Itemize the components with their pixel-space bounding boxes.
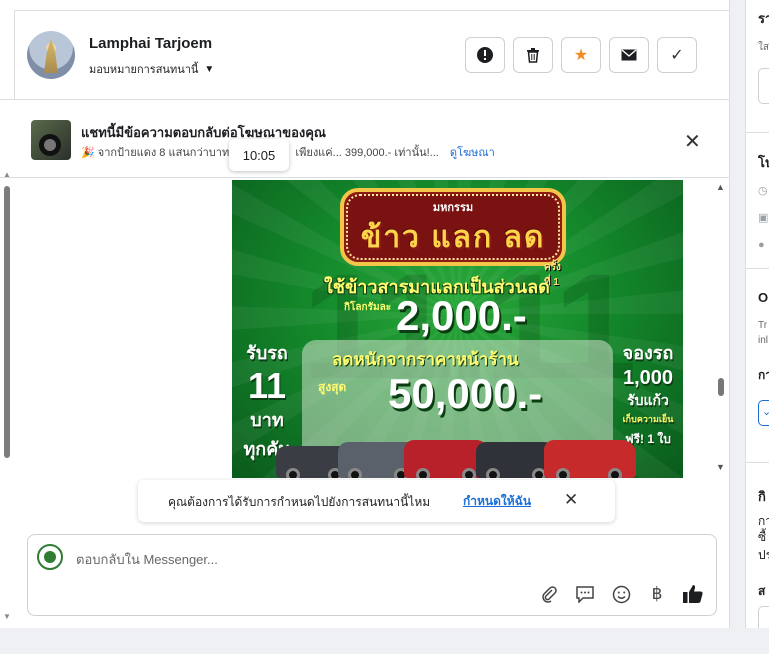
promo-right-d: เก็บความเย็น bbox=[622, 414, 674, 424]
sidebar-heading-fragment: กิ bbox=[758, 489, 766, 504]
smiley-icon bbox=[612, 585, 630, 603]
promo-right-c: รับแก้ว bbox=[627, 392, 669, 408]
chevron-down-icon: ⌄ bbox=[762, 405, 769, 418]
chat-pane: Lamphai Tarjoem มอบหมายการสนทนานี้ ▼ ★ ✓… bbox=[0, 0, 730, 628]
clock-icon: ◷ bbox=[758, 185, 768, 197]
promo-line-2-prefix: กิโลกรัมละ bbox=[344, 302, 392, 313]
divider bbox=[746, 462, 769, 463]
star-button[interactable]: ★ bbox=[561, 37, 601, 73]
trash-icon bbox=[527, 48, 539, 63]
divider bbox=[746, 132, 769, 133]
reply-input[interactable]: ตอบกลับใน Messenger... bbox=[76, 549, 218, 570]
saved-reply-icon[interactable] bbox=[574, 583, 596, 605]
promo-left-c: บาท bbox=[250, 410, 284, 430]
mark-done-button[interactable]: ✓ bbox=[657, 37, 697, 73]
promo-left-b: 11 bbox=[247, 365, 287, 406]
thread-scrollbar[interactable]: ▲ ▼ bbox=[3, 170, 11, 622]
emoji-icon[interactable] bbox=[610, 583, 632, 605]
like-icon bbox=[683, 585, 703, 603]
sidebar-label-fragment: ส bbox=[758, 584, 766, 598]
header-actions: ★ ✓ bbox=[465, 37, 697, 73]
sidebar-input[interactable] bbox=[758, 68, 769, 104]
message-timestamp: 10:05 bbox=[229, 139, 289, 171]
divider bbox=[746, 268, 769, 269]
caret-down-icon: ▼ bbox=[204, 63, 215, 75]
assign-dropdown[interactable]: มอบหมายการสนทนานี้ ▼ bbox=[89, 60, 214, 78]
thumbs-up-icon[interactable] bbox=[682, 583, 704, 605]
sidebar-select[interactable]: ⌄ bbox=[758, 400, 769, 426]
reply-composer[interactable]: ตอบกลับใน Messenger... ฿ bbox=[27, 534, 717, 616]
wheel-image bbox=[39, 134, 61, 156]
promo-marquee: มหกรรม ข้าว แลก ลด ครั้งที่ 1 bbox=[340, 188, 566, 288]
chat-bubble-icon bbox=[576, 586, 594, 603]
alert-circle-icon bbox=[477, 47, 493, 63]
paperclip-icon bbox=[542, 586, 557, 603]
app-root: Lamphai Tarjoem มอบหมายการสนทนานี้ ▼ ★ ✓… bbox=[0, 0, 769, 654]
sidebar-text-fragment: ปร bbox=[758, 548, 769, 562]
reminder-text: คุณต้องการได้รับการกำหนดไปยังการสนทนานี้… bbox=[168, 495, 431, 509]
ad-banner-title: แชทนี้มีข้อความตอบกลับต่อโฆษณาของคุณ bbox=[81, 125, 326, 140]
scroll-down-icon[interactable]: ▼ bbox=[3, 612, 11, 621]
sidebar-heading-fragment: O bbox=[758, 290, 769, 305]
ad-subtitle-prefix: 🎉 จากป้ายแดง 8 แสนกว่าบาท bbox=[81, 147, 230, 159]
car-image bbox=[544, 440, 636, 478]
promo-image-message[interactable]: 11.11 มหกรรม ข้าว แลก ลด ครั้งที่ 1 ใช้ข… bbox=[232, 180, 683, 478]
assign-reminder-toast: คุณต้องการได้รับการกำหนดไปยังการสนทนานี้… bbox=[138, 480, 615, 522]
ad-subtitle-suffix: เพียงแค่... 399,000.- เท่านั้น!... bbox=[295, 147, 439, 159]
sidebar-text-fragment: ใส bbox=[758, 42, 769, 53]
promo-cars bbox=[276, 436, 640, 478]
promo-line-4-value: 50,000.- bbox=[388, 370, 543, 417]
page-avatar bbox=[37, 544, 63, 570]
sidebar-heading-fragment: โป bbox=[758, 155, 769, 170]
promo-left-a: รับรถ bbox=[246, 343, 288, 363]
message-scrollbar[interactable]: ▲ ▼ bbox=[716, 182, 726, 472]
location-pin-icon: ● bbox=[758, 239, 765, 251]
scroll-up-icon[interactable]: ▲ bbox=[716, 182, 725, 192]
divider bbox=[14, 10, 15, 100]
contact-avatar[interactable] bbox=[27, 31, 75, 79]
check-icon: ✓ bbox=[670, 47, 684, 64]
sidebar-label-fragment: กา bbox=[758, 368, 769, 382]
car-icon: ▣ bbox=[758, 212, 769, 224]
conversation-header: Lamphai Tarjoem มอบหมายการสนทนานี้ ▼ ★ ✓ bbox=[0, 11, 730, 100]
view-ad-link[interactable]: ดูโฆษณา bbox=[450, 147, 495, 159]
promo-right-a: จองรถ bbox=[622, 343, 674, 363]
promo-right-column: จองรถ 1,000 รับแก้ว เก็บความเย็น ฟรี! 1 … bbox=[614, 338, 682, 449]
contact-name[interactable]: Lamphai Tarjoem bbox=[89, 35, 212, 52]
sidebar-heading-fragment: รา bbox=[758, 11, 769, 26]
star-icon: ★ bbox=[573, 47, 589, 64]
avatar-image bbox=[44, 39, 58, 73]
composer-toolbar: ฿ bbox=[538, 583, 704, 605]
email-button[interactable] bbox=[609, 37, 649, 73]
scrollbar-thumb[interactable] bbox=[718, 378, 724, 396]
envelope-icon bbox=[621, 49, 637, 61]
assign-label: มอบหมายการสนทนานี้ bbox=[89, 64, 199, 76]
ad-thumbnail[interactable] bbox=[31, 120, 71, 160]
attachment-icon[interactable] bbox=[538, 583, 560, 605]
marquee-main-text: ข้าว แลก ลด bbox=[360, 221, 546, 254]
promo-line-3: ลดหนักจากราคาหน้าร้าน bbox=[332, 350, 519, 369]
sidebar-text-fragment: Tr bbox=[758, 320, 768, 331]
delete-button[interactable] bbox=[513, 37, 553, 73]
sidebar-input[interactable] bbox=[758, 606, 769, 628]
promo-right-b: 1,000 bbox=[622, 367, 674, 389]
baht-payment-icon[interactable]: ฿ bbox=[646, 583, 668, 605]
promo-line-4-prefix: สูงสุด bbox=[318, 380, 347, 394]
close-icon[interactable]: ✕ bbox=[564, 490, 578, 510]
scrollbar-thumb[interactable] bbox=[4, 186, 10, 458]
report-button[interactable] bbox=[465, 37, 505, 73]
promo-line-2-value: 2,000.- bbox=[396, 292, 527, 339]
close-icon[interactable]: ✕ bbox=[684, 129, 701, 154]
assign-to-me-link[interactable]: กำหนดให้ฉัน bbox=[463, 492, 531, 511]
scroll-up-icon[interactable]: ▲ bbox=[3, 170, 11, 179]
sidebar-text-fragment: ซื้ bbox=[758, 530, 767, 544]
scroll-down-icon[interactable]: ▼ bbox=[716, 462, 725, 472]
contact-details-sidebar: รา ใส โป ◷ ▣ ● O Tr inl กา ⌄ กิ กา ซื้ ป… bbox=[745, 0, 769, 628]
ad-reply-banner: แชทนี้มีข้อความตอบกลับต่อโฆษณาของคุณ 🎉 จ… bbox=[0, 101, 730, 178]
sidebar-text-fragment: inl bbox=[758, 335, 769, 346]
